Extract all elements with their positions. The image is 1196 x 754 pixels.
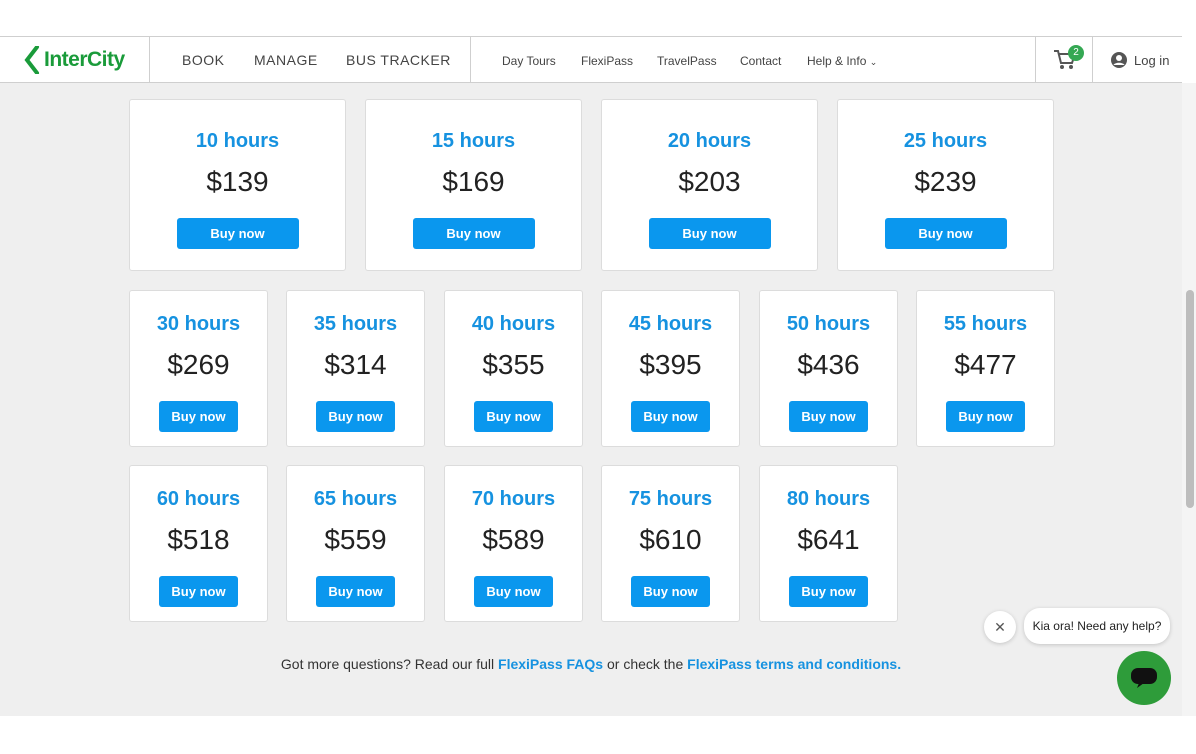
pass-hours: 50 hours	[786, 313, 871, 335]
pass-card: 25 hours $239 Buy now	[837, 99, 1054, 271]
chevron-down-icon: ⌄	[869, 57, 878, 67]
bottom-whitespace	[0, 716, 1196, 754]
nav-divider	[470, 37, 471, 83]
pass-price: $239	[914, 166, 977, 197]
pass-price: $436	[797, 349, 860, 380]
pass-hours: 55 hours	[943, 313, 1028, 335]
pass-price: $641	[797, 524, 860, 555]
buy-now-button[interactable]: Buy now	[316, 576, 395, 607]
chat-launcher-button[interactable]	[1117, 651, 1171, 705]
buy-now-button[interactable]: Buy now	[946, 401, 1025, 432]
pass-card: 20 hours $203 Buy now	[601, 99, 818, 271]
pass-card: 70 hours $589 Buy now	[444, 465, 583, 622]
pass-hours: 40 hours	[471, 313, 556, 335]
nav-day-tours[interactable]: Day Tours	[502, 54, 556, 68]
buy-now-button[interactable]: Buy now	[631, 401, 710, 432]
buy-now-button[interactable]: Buy now	[316, 401, 395, 432]
buy-now-button[interactable]: Buy now	[474, 576, 553, 607]
pass-hours: 25 hours	[903, 130, 988, 152]
nav-book[interactable]: BOOK	[182, 52, 224, 68]
pass-card: 60 hours $518 Buy now	[129, 465, 268, 622]
pass-price: $395	[639, 349, 702, 380]
pass-price: $610	[639, 524, 702, 555]
pass-price: $589	[482, 524, 545, 555]
login-label: Log in	[1134, 52, 1170, 68]
nav-travelpass[interactable]: TravelPass	[657, 54, 717, 68]
pass-card: 40 hours $355 Buy now	[444, 290, 583, 447]
pass-price: $355	[482, 349, 545, 380]
buy-now-button[interactable]: Buy now	[159, 401, 238, 432]
flexipass-faqs-link[interactable]: FlexiPass FAQs	[498, 656, 603, 672]
pass-card: 30 hours $269 Buy now	[129, 290, 268, 447]
buy-now-button[interactable]: Buy now	[631, 576, 710, 607]
buy-now-button[interactable]: Buy now	[412, 218, 535, 249]
intercity-logo[interactable]: InterCity	[24, 41, 125, 79]
buy-now-button[interactable]: Buy now	[159, 576, 238, 607]
footer-prefix: Got more questions? Read our full	[280, 656, 499, 672]
pass-price: $169	[442, 166, 505, 197]
buy-now-button[interactable]: Buy now	[648, 218, 771, 249]
pass-price: $203	[678, 166, 741, 197]
pass-card: 50 hours $436 Buy now	[759, 290, 898, 447]
pass-hours: 70 hours	[471, 488, 556, 510]
nav-divider	[1092, 37, 1093, 83]
buy-now-button[interactable]: Buy now	[176, 218, 299, 249]
pass-hours: 80 hours	[786, 488, 871, 510]
cart-count-badge: 2	[1068, 45, 1084, 61]
nav-contact[interactable]: Contact	[740, 54, 781, 68]
pass-card: 15 hours $169 Buy now	[365, 99, 582, 271]
buy-now-button[interactable]: Buy now	[474, 401, 553, 432]
pass-price: $314	[324, 349, 387, 380]
pass-hours: 75 hours	[628, 488, 713, 510]
top-navbar: InterCity BOOK MANAGE BUS TRACKER Day To…	[0, 36, 1182, 83]
pass-card: 55 hours $477 Buy now	[916, 290, 1055, 447]
chat-close-button[interactable]: ✕	[984, 611, 1016, 643]
chat-icon	[1131, 668, 1157, 688]
login-button[interactable]: Log in	[1110, 51, 1169, 69]
pass-hours: 65 hours	[313, 488, 398, 510]
footer-help-text: Got more questions? Read our full FlexiP…	[0, 656, 1182, 672]
pass-price: $559	[324, 524, 387, 555]
pass-hours: 45 hours	[628, 313, 713, 335]
pass-price: $139	[206, 166, 269, 197]
nav-flexipass[interactable]: FlexiPass	[581, 54, 633, 68]
pass-hours: 35 hours	[313, 313, 398, 335]
buy-now-button[interactable]: Buy now	[884, 218, 1007, 249]
nav-divider	[149, 37, 150, 83]
nav-bus-tracker[interactable]: BUS TRACKER	[346, 52, 451, 68]
pass-hours: 10 hours	[195, 130, 280, 152]
nav-help-info-label: Help & Info	[807, 54, 867, 68]
pass-card: 65 hours $559 Buy now	[286, 465, 425, 622]
logo-text: InterCity	[44, 48, 125, 71]
user-icon	[1111, 52, 1127, 68]
scrollbar-thumb[interactable]	[1186, 290, 1194, 508]
pass-card: 75 hours $610 Buy now	[601, 465, 740, 622]
top-whitespace	[0, 0, 1196, 36]
pass-card: 80 hours $641 Buy now	[759, 465, 898, 622]
flexipass-terms-link[interactable]: FlexiPass terms and conditions.	[687, 656, 901, 672]
pass-card: 45 hours $395 Buy now	[601, 290, 740, 447]
pass-hours: 15 hours	[431, 130, 516, 152]
logo-mark-icon	[24, 46, 39, 74]
chat-prompt-bubble[interactable]: Kia ora! Need any help?	[1024, 608, 1170, 644]
buy-now-button[interactable]: Buy now	[789, 401, 868, 432]
pass-price: $477	[954, 349, 1017, 380]
pass-card: 35 hours $314 Buy now	[286, 290, 425, 447]
nav-help-info[interactable]: Help & Info ⌄	[807, 54, 877, 68]
pass-price: $269	[167, 349, 230, 380]
pass-price: $518	[167, 524, 230, 555]
close-icon: ✕	[994, 618, 1006, 635]
pass-hours: 60 hours	[156, 488, 241, 510]
pass-hours: 20 hours	[667, 130, 752, 152]
buy-now-button[interactable]: Buy now	[789, 576, 868, 607]
nav-divider	[1035, 37, 1036, 83]
footer-middle: or check the	[603, 656, 688, 672]
pass-hours: 30 hours	[156, 313, 241, 335]
pass-card: 10 hours $139 Buy now	[129, 99, 346, 271]
nav-manage[interactable]: MANAGE	[254, 52, 318, 68]
